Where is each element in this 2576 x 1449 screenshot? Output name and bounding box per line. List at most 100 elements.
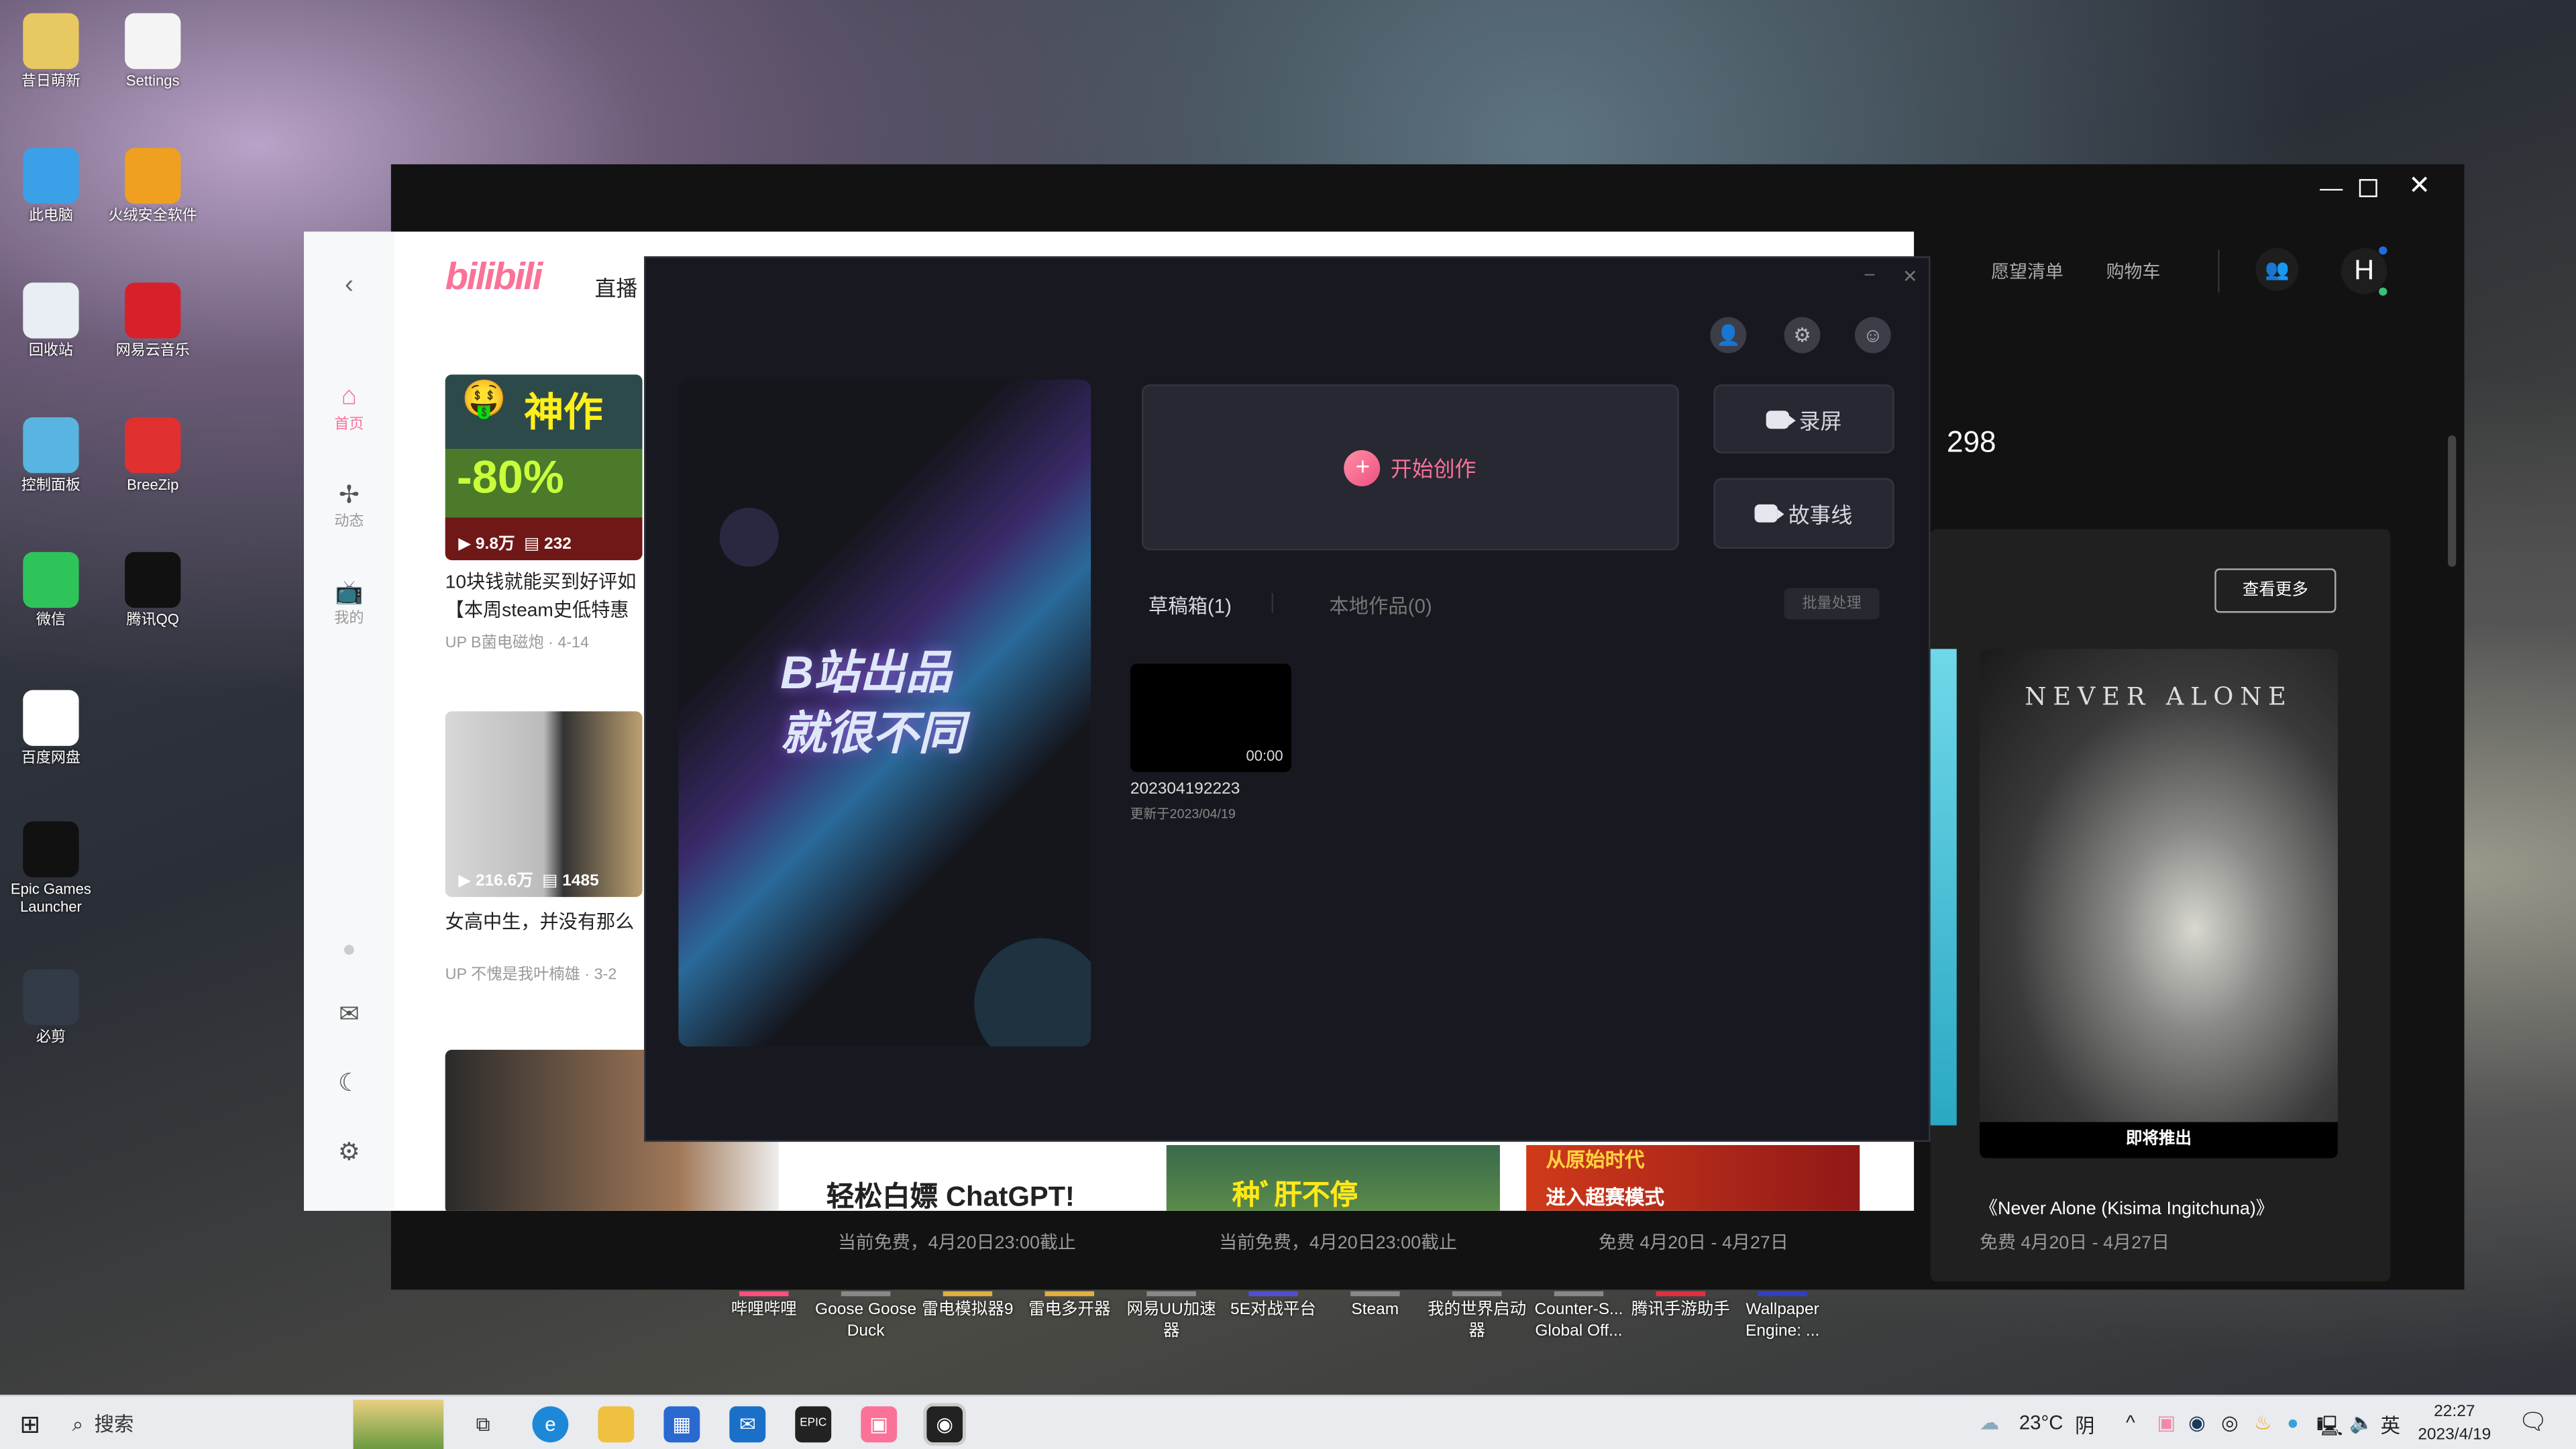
game-period: 免费 4月20日 - 4月27日 [1980,1234,2170,1254]
app-tray-icon[interactable]: ◎ [2221,1411,2239,1434]
ime-indicator[interactable]: 英 [2381,1411,2400,1440]
video-card[interactable]: 🤑 神作 -80% ▶ 9.8万 ▤ 232 10块钱就能买到好评如 【本周ste… [445,374,643,652]
file-explorer-icon[interactable] [598,1406,635,1443]
author[interactable]: 不愧是我叶楠雄 [471,966,580,984]
friends-icon[interactable]: 👥 [2255,248,2299,291]
tab-drafts[interactable]: 草稿箱(1) [1148,592,1232,620]
huorong-tray-icon[interactable]: ♨ [2254,1411,2271,1434]
weather-desc[interactable]: 阴 [2075,1411,2094,1440]
desktop-shortcut[interactable]: Counter-S... Global Off... [1528,1298,1630,1342]
epic-games-icon[interactable]: EPIC [795,1406,832,1443]
user-icon[interactable]: 👤 [1710,317,1747,354]
desktop-shortcut[interactable]: Wallpaper Engine: ... [1731,1298,1833,1342]
desktop-shortcut[interactable]: 哔哩哔哩 [713,1298,815,1321]
desktop-icon[interactable]: 必剪 [0,969,102,1046]
draft-thumbnail[interactable]: 00:00 [1130,663,1291,773]
edge-icon[interactable]: e [532,1406,569,1443]
promo-thumbnail[interactable]: 种ﾞ肝不停 [1166,1144,1500,1211]
desktop-shortcut[interactable]: 腾讯手游助手 [1629,1298,1731,1321]
bilibili-icon[interactable]: ▣ [861,1406,898,1443]
desktop-shortcut[interactable]: 雷电模拟器9 [917,1298,1019,1321]
maximize-button[interactable] [2359,178,2377,197]
desktop-icon[interactable]: 此电脑 [0,148,102,225]
close-button[interactable]: ✕ [1902,266,1918,287]
avatar[interactable]: H [2341,248,2387,294]
game-card-partial[interactable] [1930,649,1957,1126]
store-icon[interactable]: ▦ [663,1406,700,1443]
bilibili-tray-icon[interactable]: ▣ [2157,1411,2176,1434]
desktop-icon[interactable]: 昔日萌新 [0,13,102,91]
settings-icon[interactable]: ⚙ [1784,317,1821,354]
minimize-button[interactable]: – [1865,264,1875,284]
game-title[interactable]: 《Never Alone (Kisima Ingitchuna)》 [1980,1194,2274,1220]
desktop-icon[interactable]: 控制面板 [0,417,102,494]
desktop-icon[interactable]: 百度网盘 [0,690,102,767]
desktop-icon[interactable]: Settings [102,13,204,91]
desktop-icon[interactable]: 微信 [0,551,102,629]
back-icon[interactable]: ‹ [304,271,394,301]
desktop-shortcut[interactable]: Goose Goose Duck [815,1298,917,1342]
author[interactable]: B菌电磁炮 [471,634,544,652]
desktop-icon[interactable]: BreeZip [102,417,204,494]
moon-icon[interactable]: ☾ [304,1068,394,1097]
weather-temp[interactable]: 23°C [2019,1411,2063,1434]
mail-icon[interactable]: ✉ [729,1406,766,1443]
nav-cart[interactable]: 购物车 [2106,258,2161,284]
nav-wishlist[interactable]: 愿望清单 [1991,258,2063,284]
desktop-shortcut[interactable]: 我的世界启动器 [1426,1298,1528,1342]
nav-live[interactable]: 直播 [595,271,638,303]
scrollbar[interactable] [2448,435,2457,567]
storyline-button[interactable]: 故事线 [1713,478,1894,549]
desktop-icon[interactable]: 回收站 [0,282,102,360]
view-more-button[interactable]: 查看更多 [2214,568,2337,613]
desktop-shortcut[interactable]: Steam [1324,1298,1426,1321]
close-button[interactable]: ✕ [2408,169,2430,202]
app-icon [23,821,79,877]
desktop-icon-label: 微信 [36,611,66,628]
desktop-shortcut[interactable]: 5E对战平台 [1222,1298,1324,1321]
start-create-button[interactable]: + 开始创作 [1142,384,1679,551]
promo-thumbnail[interactable]: 轻松白嫖 ChatGPT! [780,1144,1165,1211]
desktop-shortcut[interactable]: 网易UU加速器 [1120,1298,1222,1342]
windows-start-icon[interactable]: ⊞ [19,1409,40,1440]
price-fragment: 298 [1946,425,1996,459]
steam-tray-icon[interactable]: ◉ [2188,1411,2206,1434]
notification-icon[interactable]: 🗨 [2518,1408,2548,1436]
desktop-icon[interactable]: Epic Games Launcher [0,821,102,917]
desktop-icon[interactable]: 网易云音乐 [102,282,204,360]
batch-process-button[interactable]: 批量处理 [1784,588,1880,620]
record-screen-button[interactable]: 录屏 [1713,384,1894,453]
bilibili-logo[interactable]: bilibili [445,255,543,299]
show-hidden-icons[interactable]: ^ [2126,1411,2135,1434]
desktop-shortcut[interactable]: 雷电多开器 [1018,1298,1120,1321]
search-highlight-image[interactable] [353,1399,444,1449]
video-card[interactable]: ▶ 216.6万 ▤ 1485 女高中生，并没有那么 UP 不愧是我叶楠雄 · … [445,711,643,984]
search-box[interactable]: ⌕ 搜索 [72,1409,368,1438]
avatar-icon[interactable]: ● [304,934,394,961]
minimize-button[interactable]: — [2320,174,2343,201]
comments-value: 1485 [562,872,599,891]
camera-icon [1755,504,1785,523]
clock[interactable]: 22:27 2023/4/19 [2415,1401,2494,1448]
desktop-icon-label: 火绒安全软件 [108,207,197,224]
weather-icon[interactable]: ☁ [1980,1411,1999,1434]
task-view-icon[interactable]: ⧉ [465,1406,501,1442]
game-card-never-alone[interactable]: NEVER ALONE 即将推出 [1980,649,2338,1159]
network-icon[interactable]: 🖳 [2316,1411,2343,1446]
desktop-icon[interactable]: 火绒安全软件 [102,148,204,225]
start-create-label: 开始创作 [1391,456,1477,482]
volume-icon[interactable]: 🔈 [2349,1411,2374,1434]
settings-icon[interactable]: ⚙ [304,1137,394,1167]
tab-local-works[interactable]: 本地作品(0) [1329,592,1432,620]
mail-icon[interactable]: ✉ [304,999,394,1028]
promo-thumbnail[interactable]: 从原始时代 进入超赛模式 [1526,1144,1860,1211]
sidebar-item-home[interactable]: ⌂ 首页 [304,383,394,434]
sidebar-item-mine[interactable]: 📺 我的 [304,578,394,627]
message-icon[interactable]: ☺ [1854,317,1891,354]
bilibili-creator-icon[interactable]: ◉ [923,1403,967,1446]
app-tray-icon[interactable]: ● [2287,1411,2299,1434]
sidebar-item-dynamic[interactable]: ✢ 动态 [304,480,394,531]
online-status-dot [2379,287,2387,296]
desktop-icon[interactable]: 腾讯QQ [102,551,204,629]
desktop-icon-label: 控制面板 [21,476,81,493]
